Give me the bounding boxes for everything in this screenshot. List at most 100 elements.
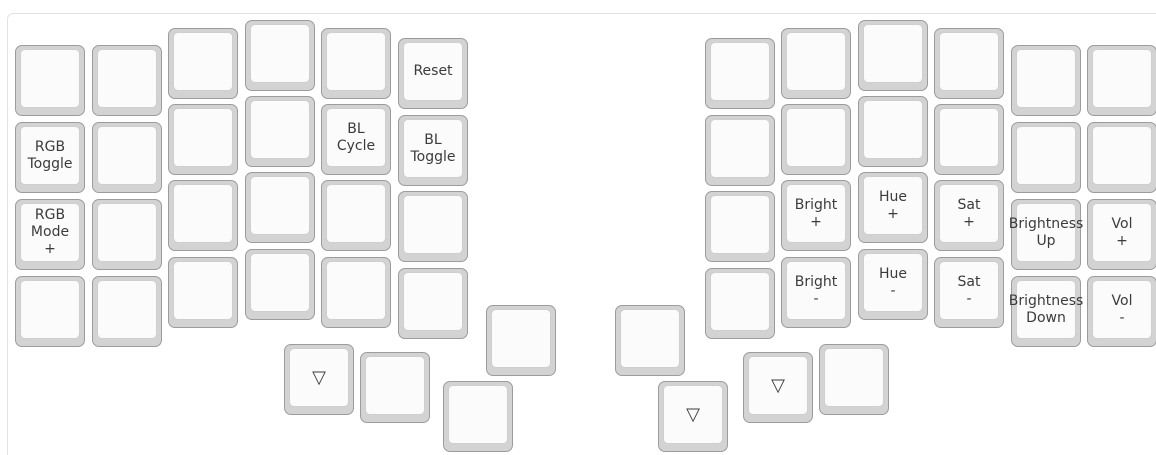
key-r11[interactable] <box>781 104 851 175</box>
key-l10[interactable]: RGB Toggle <box>15 122 85 193</box>
layer-triangle-icon: ▽ <box>312 366 326 388</box>
key-legend: Sat - <box>957 273 981 307</box>
key-legend: RGB Toggle <box>27 138 73 172</box>
key-rt0[interactable] <box>615 305 685 376</box>
key-l00[interactable] <box>15 45 85 116</box>
keycap-face <box>173 184 233 243</box>
key-rt2[interactable]: ▽ <box>743 352 813 423</box>
key-l33[interactable] <box>245 249 315 320</box>
key-r05[interactable] <box>1087 45 1156 116</box>
keycap-face: Vol + <box>1092 203 1152 262</box>
key-r21[interactable]: Bright + <box>781 180 851 251</box>
keycap-face <box>97 126 157 185</box>
keycap-face <box>97 203 157 262</box>
key-r10[interactable] <box>705 115 775 186</box>
keycap-face: Sat + <box>939 184 999 243</box>
key-l25[interactable] <box>398 191 468 262</box>
keycap-face: Brightness Down <box>1009 280 1083 339</box>
keycap-face <box>250 100 310 159</box>
key-legend: BL Toggle <box>410 131 456 165</box>
keycap-face: BL Cycle <box>326 108 386 167</box>
key-rt1[interactable]: ▽ <box>658 381 728 452</box>
key-r32[interactable]: Hue - <box>858 249 928 320</box>
key-l13[interactable] <box>245 96 315 167</box>
key-l22[interactable] <box>168 180 238 251</box>
keycap-face: ▽ <box>289 348 349 407</box>
key-l31[interactable] <box>92 276 162 347</box>
key-l02[interactable] <box>168 28 238 99</box>
key-legend: Hue - <box>878 265 907 299</box>
key-l34[interactable] <box>321 257 391 328</box>
key-r35[interactable]: Vol - <box>1087 276 1156 347</box>
key-l30[interactable] <box>15 276 85 347</box>
key-rt3[interactable] <box>819 344 889 415</box>
key-legend: Bright - <box>794 273 838 307</box>
key-legend: Brightness Up <box>1008 215 1084 249</box>
key-lt2[interactable] <box>486 305 556 376</box>
keycap-face: Sat - <box>939 261 999 320</box>
keycap-face <box>710 272 770 331</box>
key-r33[interactable]: Sat - <box>934 257 1004 328</box>
keycap-face <box>97 280 157 339</box>
key-legend: Brightness Down <box>1008 292 1084 326</box>
key-l15[interactable]: BL Toggle <box>398 115 468 186</box>
key-legend: Vol + <box>1111 215 1133 249</box>
key-l23[interactable] <box>245 172 315 243</box>
key-l03[interactable] <box>245 20 315 91</box>
key-r25[interactable]: Vol + <box>1087 199 1156 270</box>
key-l05[interactable]: Reset <box>398 38 468 109</box>
key-legend: Sat + <box>957 196 981 230</box>
keycap-face <box>326 184 386 243</box>
key-l20[interactable]: RGB Mode + <box>15 199 85 270</box>
key-r20[interactable] <box>705 191 775 262</box>
keycap-face <box>710 195 770 254</box>
key-r02[interactable] <box>858 20 928 91</box>
keycap-face <box>173 261 233 320</box>
key-r13[interactable] <box>934 104 1004 175</box>
key-l24[interactable] <box>321 180 391 251</box>
key-r31[interactable]: Bright - <box>781 257 851 328</box>
key-r30[interactable] <box>705 268 775 339</box>
key-l21[interactable] <box>92 199 162 270</box>
keycap-face <box>1092 126 1152 185</box>
key-lt3[interactable] <box>443 381 513 452</box>
key-r12[interactable] <box>858 96 928 167</box>
key-r14[interactable] <box>1011 122 1081 193</box>
key-r23[interactable]: Sat + <box>934 180 1004 251</box>
key-r03[interactable] <box>934 28 1004 99</box>
key-r00[interactable] <box>705 38 775 109</box>
keycap-face <box>863 24 923 83</box>
key-r15[interactable] <box>1087 122 1156 193</box>
keycap-face <box>97 49 157 108</box>
key-r01[interactable] <box>781 28 851 99</box>
keycap-face <box>173 32 233 91</box>
keycap-face <box>365 356 425 415</box>
keycap-face <box>1016 126 1076 185</box>
keycap-face <box>20 280 80 339</box>
key-lt0[interactable]: ▽ <box>284 344 354 415</box>
keycap-face: RGB Toggle <box>20 126 80 185</box>
keycap-face: Brightness Up <box>1009 203 1083 262</box>
layer-triangle-icon: ▽ <box>771 374 785 396</box>
key-r22[interactable]: Hue + <box>858 172 928 243</box>
keycap-face: RGB Mode + <box>20 203 80 262</box>
key-l01[interactable] <box>92 45 162 116</box>
key-l12[interactable] <box>168 104 238 175</box>
keycap-face <box>710 42 770 101</box>
key-l32[interactable] <box>168 257 238 328</box>
key-l11[interactable] <box>92 122 162 193</box>
key-r24[interactable]: Brightness Up <box>1009 199 1083 270</box>
key-legend: RGB Mode + <box>30 207 70 257</box>
key-r34[interactable]: Brightness Down <box>1009 276 1083 347</box>
keycap-face <box>863 100 923 159</box>
key-l04[interactable] <box>321 28 391 99</box>
keycap-face <box>403 195 463 254</box>
keycap-face <box>20 49 80 108</box>
key-legend: Hue + <box>878 188 907 222</box>
key-r04[interactable] <box>1011 45 1081 116</box>
key-l14[interactable]: BL Cycle <box>321 104 391 175</box>
keycap-face: ▽ <box>663 385 723 444</box>
key-lt1[interactable] <box>360 352 430 423</box>
key-l35[interactable] <box>398 268 468 339</box>
keycap-face <box>786 108 846 167</box>
